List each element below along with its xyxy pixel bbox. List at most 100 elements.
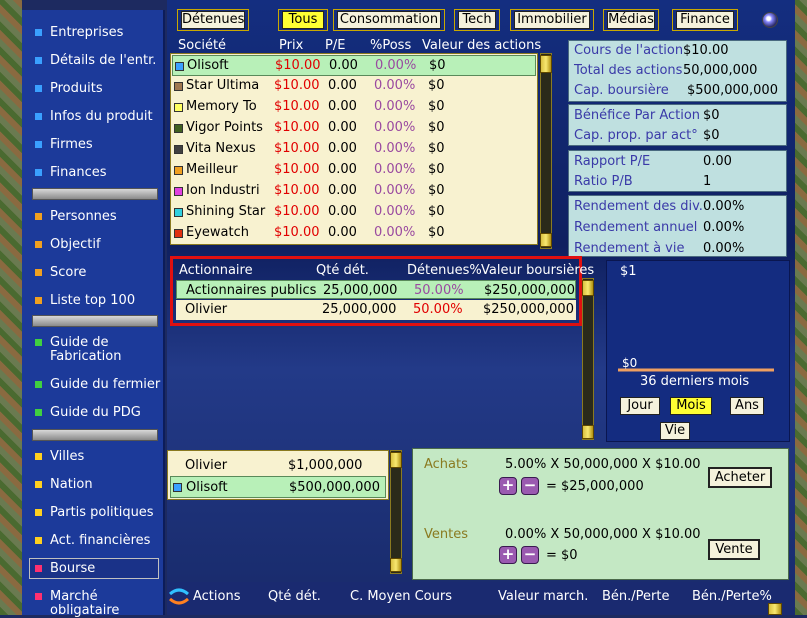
col-header-pe: P/E [325,38,346,53]
square-icon [35,57,42,64]
yield-panel: Rendement des div. 0.00% Rendement annuel… [568,195,787,257]
square-icon [35,509,42,516]
scroll-down-button[interactable] [540,233,552,247]
stock-price-panel: Cours de l'action $10.00 Total des action… [568,40,787,102]
acheter-button[interactable]: Acheter [708,467,772,488]
col-header-valeur-boursieres: Valeur boursières [481,263,595,278]
col-header-prix: Prix [279,38,304,53]
increase-sell-button[interactable]: + [499,546,517,564]
list-item[interactable]: Olivier $1,000,000 [170,454,386,476]
square-icon [35,453,42,460]
square-icon [35,113,42,120]
color-swatch [173,483,182,492]
table-row[interactable]: Olivier 25,000,000 50.00% $250,000,000 [176,300,576,320]
table-row[interactable]: Actionnaires publics 25,000,000 50.00% $… [176,280,576,299]
sidebar-item-bourse[interactable]: Bourse [29,558,159,579]
holders-scrollbar[interactable] [390,450,402,574]
globe-icon[interactable] [762,12,778,28]
achats-formula: 5.00% X 50,000,000 X $10.00 [505,457,701,472]
col-header-actions: Actions [193,589,241,604]
col-header-valeur-march: Valeur march. [498,589,589,604]
chart-bottom-label: $0 [622,356,638,370]
col-header-c-moyen: C. Moyen Cours [350,589,452,604]
scroll-up-button[interactable] [768,603,782,615]
map-edge-right [795,0,807,615]
table-row[interactable]: Ion Industri $10.00 0.00 0.00% $0 [172,181,536,202]
period-mois-button[interactable]: Mois [670,397,712,415]
col-header-poss: %Poss [370,38,412,53]
color-swatch [174,124,183,133]
sidebar-separator [32,315,158,327]
square-icon [35,29,42,36]
table-row[interactable]: Vita Nexus $10.00 0.00 0.00% $0 [172,139,536,160]
scroll-down-button[interactable] [582,425,594,439]
achats-result: = $25,000,000 [546,479,644,494]
ventes-result: = $0 [546,548,578,563]
shareholders-scrollbar[interactable] [582,278,594,440]
tab-consommation[interactable]: Consommation [337,11,441,29]
col-header-ben-perte: Bén./Perte [602,589,670,604]
col-header-actionnaire: Actionnaire [179,263,253,278]
col-header-ben-perte-pct: Bén./Perte% [692,589,772,604]
color-swatch [175,62,184,71]
scroll-up-button[interactable] [582,280,594,296]
square-icon [35,169,42,176]
col-header-valeur: Valeur des actions [422,38,542,53]
table-row[interactable]: Olisoft $10.00 0.00 0.00% $0 [172,55,536,76]
vente-button[interactable]: Vente [708,539,760,560]
square-icon [35,565,42,572]
scroll-up-button[interactable] [390,452,402,468]
ventes-formula: 0.00% X 50,000,000 X $10.00 [505,527,701,542]
square-icon [35,537,42,544]
color-swatch [174,166,183,175]
list-item[interactable]: Olisoft $500,000,000 [170,476,386,498]
square-icon [35,409,42,416]
stock-table-scrollbar[interactable] [540,53,552,249]
tab-detenues[interactable]: Détenues [181,11,245,29]
square-icon [35,593,42,600]
scroll-up-button[interactable] [540,55,552,73]
period-jour-button[interactable]: Jour [620,397,660,415]
map-edge-left [0,0,22,615]
sidebar: Entreprises Détails de l'entr. Produits … [22,10,165,618]
color-swatch [174,187,183,196]
tab-immobilier[interactable]: Immobilier [514,11,590,29]
table-row[interactable]: Meilleur $10.00 0.00 0.00% $0 [172,160,536,181]
square-icon [35,213,42,220]
scroll-down-button[interactable] [390,558,402,572]
tab-tous[interactable]: Tous [282,11,324,29]
color-swatch [174,82,183,91]
exchange-arrows-icon [169,588,189,605]
col-header-societe: Société [178,38,227,53]
color-swatch [174,145,183,154]
square-icon [35,141,42,148]
table-row[interactable]: Star Ultima $10.00 0.00 0.00% $0 [172,76,536,97]
color-swatch [174,103,183,112]
square-icon [35,269,42,276]
decrease-sell-button[interactable]: − [521,546,539,564]
table-row[interactable]: Eyewatch $10.00 0.00 0.00% $0 [172,223,536,244]
tab-finance[interactable]: Finance [676,11,734,29]
square-icon [35,381,42,388]
tab-medias[interactable]: Médias [607,11,655,29]
table-row[interactable]: Vigor Points $10.00 0.00 0.00% $0 [172,118,536,139]
col-header-detenues: Détenues% [407,263,482,278]
ratio-panel: Rapport P/E 0.00 Ratio P/B 1 [568,150,787,192]
table-row[interactable]: Memory To $10.00 0.00 0.00% $0 [172,97,536,118]
ventes-label: Ventes [424,527,468,542]
sidebar-separator [32,429,158,441]
square-icon [35,339,42,346]
tab-tech[interactable]: Tech [458,11,496,29]
decrease-buy-button[interactable]: − [521,477,539,495]
chart-period-label: 36 derniers mois [640,374,750,389]
table-row[interactable]: Shining Star $10.00 0.00 0.00% $0 [172,202,536,223]
sidebar-separator [32,188,158,200]
col-header-qte-det: Qté dét. [268,589,321,604]
color-swatch [174,208,183,217]
achats-label: Achats [424,457,468,472]
period-ans-button[interactable]: Ans [730,397,764,415]
increase-buy-button[interactable]: + [499,477,517,495]
square-icon [35,297,42,304]
square-icon [35,481,42,488]
period-vie-button[interactable]: Vie [660,422,690,440]
